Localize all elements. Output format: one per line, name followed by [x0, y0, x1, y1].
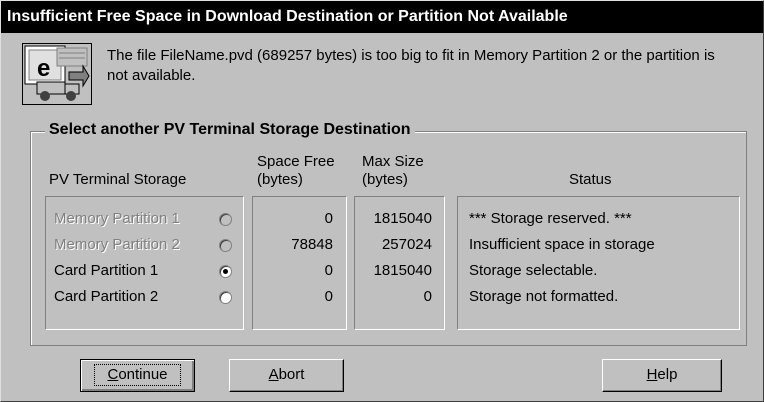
abort-button[interactable]: Abort [229, 359, 344, 392]
radio-card-partition-1[interactable] [219, 265, 232, 278]
space-free-memory-partition-1: 0 [324, 210, 333, 227]
radio-memory-partition-2 [219, 239, 232, 252]
max-size-memory-partition-1: 1815040 [373, 210, 432, 227]
dialog-window: Insufficient Free Space in Download Dest… [0, 0, 764, 402]
status-card-partition-1: Storage selectable. [469, 262, 598, 279]
max-size-card-partition-2: 0 [423, 288, 432, 305]
header-status: Status [569, 171, 612, 188]
continue-accel: C [107, 366, 119, 383]
max-size-card-partition-1: 1815040 [373, 262, 432, 279]
radio-memory-partition-1 [219, 213, 232, 226]
status-memory-partition-2: Insufficient space in storage [469, 236, 655, 253]
storage-name-card-partition-2[interactable]: Card Partition 2 [54, 288, 158, 306]
terminal-download-icon: e [22, 43, 92, 105]
continue-button[interactable]: Continue [80, 359, 195, 392]
continue-label: ontinue [118, 366, 168, 383]
abort-accel: A [268, 366, 279, 383]
max-size-memory-partition-2: 257024 [381, 236, 432, 253]
svg-text:e: e [37, 55, 50, 82]
help-button[interactable]: Help [602, 359, 722, 392]
radio-card-partition-2[interactable] [219, 291, 232, 304]
status-memory-partition-1: *** Storage reserved. *** [469, 210, 632, 227]
header-max-size: Max Size (bytes) [362, 153, 424, 188]
focus-rect: Continue [94, 364, 181, 386]
storage-name-card-partition-1[interactable]: Card Partition 1 [54, 262, 158, 280]
help-accel: H [646, 366, 658, 383]
abort-label: bort [278, 366, 305, 383]
space-free-memory-partition-2: 78848 [291, 236, 333, 253]
status-card-partition-2: Storage not formatted. [469, 288, 619, 305]
dialog-title: Insufficient Free Space in Download Dest… [1, 1, 763, 33]
storage-name-memory-partition-1: Memory Partition 1 [54, 210, 180, 227]
header-storage: PV Terminal Storage [49, 171, 187, 188]
space-free-card-partition-2: 0 [324, 288, 333, 305]
group-legend: Select another PV Terminal Storage Desti… [45, 120, 415, 140]
space-free-card-partition-1: 0 [324, 262, 333, 279]
storage-name-memory-partition-2: Memory Partition 2 [54, 236, 180, 253]
help-label: elp [657, 366, 678, 383]
header-space-free: Space Free (bytes) [257, 153, 335, 188]
dialog-message: The file FileName.pvd (689257 bytes) is … [107, 47, 715, 84]
